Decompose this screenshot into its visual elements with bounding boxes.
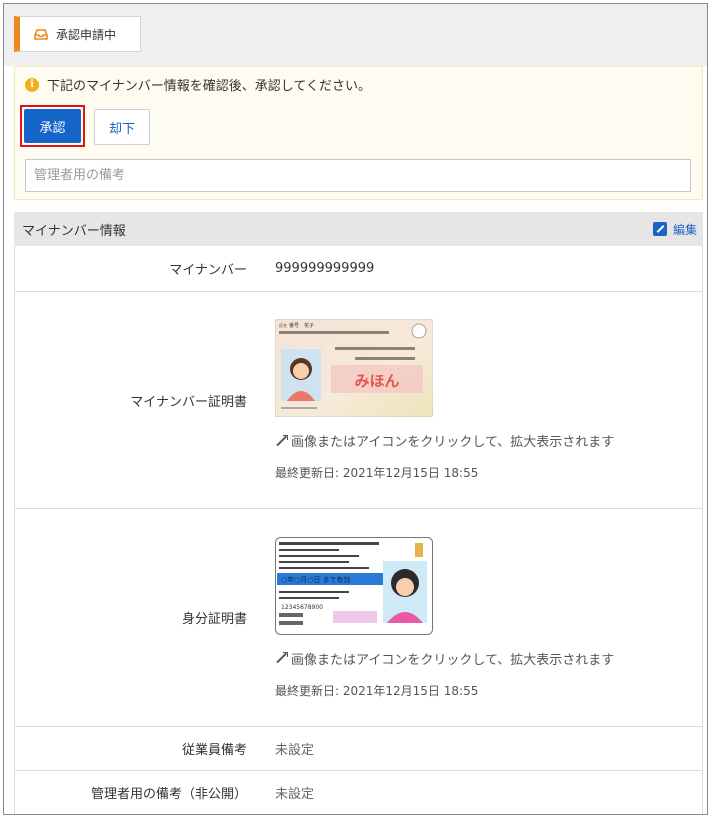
mynumber-value: 999999999999 bbox=[275, 261, 375, 276]
admin-memo-label: 管理者用の備考（非公開） bbox=[90, 787, 247, 802]
edit-icon bbox=[652, 222, 667, 236]
id-cert-updated: 最終更新日: 2021年12月15日 18:55 bbox=[275, 683, 479, 698]
info-icon: i bbox=[25, 77, 39, 92]
status-tab: 承認申請中 bbox=[14, 16, 141, 52]
mynumber-cert-label: マイナンバー証明書 bbox=[130, 394, 247, 410]
mynumber-card-image[interactable]: 氏名 番号 花子 みほん bbox=[275, 319, 433, 417]
row-employee-memo: 従業員備考 未設定 bbox=[15, 727, 702, 771]
approval-panel: 承認申請中 i 下記のマイナンバー情報を確認後、承認してください。 承認 却下 … bbox=[3, 3, 708, 815]
status-label: 承認申請中 bbox=[56, 27, 117, 42]
mynumber-cert-hint-text: 画像またはアイコンをクリックして、拡大表示されます bbox=[291, 435, 615, 450]
approve-button-highlight: 承認 bbox=[20, 105, 85, 147]
notice-text: 下記のマイナンバー情報を確認後、承認してください。 bbox=[47, 79, 371, 94]
id-cert-hint-text: 画像またはアイコンをクリックして、拡大表示されます bbox=[291, 652, 615, 668]
mynumber-cert-updated: 最終更新日: 2021年12月15日 18:55 bbox=[275, 466, 479, 480]
row-admin-memo: 管理者用の備考（非公開） 未設定 bbox=[15, 771, 702, 814]
id-cert-label: 身分証明書 bbox=[181, 612, 247, 627]
employee-memo-label: 従業員備考 bbox=[181, 743, 247, 758]
card-name: 番号 花子 bbox=[289, 322, 314, 329]
edit-label: 編集 bbox=[672, 222, 697, 237]
section-title: マイナンバー情報 bbox=[22, 223, 126, 239]
row-id-cert: 身分証明書 ○年○月○日 まで有効 12345678900 画像またはアイコンを… bbox=[15, 509, 702, 727]
section-header: マイナンバー情報 編集 bbox=[14, 212, 703, 246]
id-card-number: 12345678900 bbox=[281, 604, 323, 611]
edit-button[interactable]: 編集 bbox=[652, 221, 697, 238]
admin-memo-value: 未設定 bbox=[275, 787, 315, 802]
approve-button[interactable]: 承認 bbox=[24, 109, 81, 143]
mynumber-info-table: マイナンバー 999999999999 マイナンバー証明書 氏名 番号 花子 み… bbox=[14, 246, 703, 814]
card-name-caption: 氏名 bbox=[279, 322, 287, 328]
id-cert-hint: 画像またはアイコンをクリックして、拡大表示されます bbox=[275, 649, 702, 668]
mynumber-label: マイナンバー bbox=[169, 263, 247, 278]
expand-icon[interactable] bbox=[275, 652, 288, 664]
expand-icon[interactable] bbox=[275, 434, 288, 447]
row-mynumber-cert: マイナンバー証明書 氏名 番号 花子 みほん 画像またはアイコンをクリックして、… bbox=[15, 292, 702, 509]
inbox-icon bbox=[34, 28, 48, 40]
notice-message: i 下記のマイナンバー情報を確認後、承認してください。 bbox=[25, 75, 371, 94]
id-card-image[interactable]: ○年○月○日 まで有効 12345678900 bbox=[275, 536, 433, 635]
mynumber-cert-hint: 画像またはアイコンをクリックして、拡大表示されます bbox=[275, 431, 702, 450]
row-mynumber: マイナンバー 999999999999 bbox=[15, 246, 702, 292]
card-stamp: みほん bbox=[354, 372, 399, 390]
status-bar: 承認申請中 bbox=[4, 4, 707, 66]
admin-memo-input[interactable] bbox=[25, 159, 691, 192]
approval-notice: i 下記のマイナンバー情報を確認後、承認してください。 承認 却下 bbox=[14, 66, 703, 200]
id-card-line: ○年○月○日 まで有効 bbox=[281, 575, 351, 584]
employee-memo-value: 未設定 bbox=[275, 743, 315, 758]
reject-button[interactable]: 却下 bbox=[94, 109, 150, 145]
